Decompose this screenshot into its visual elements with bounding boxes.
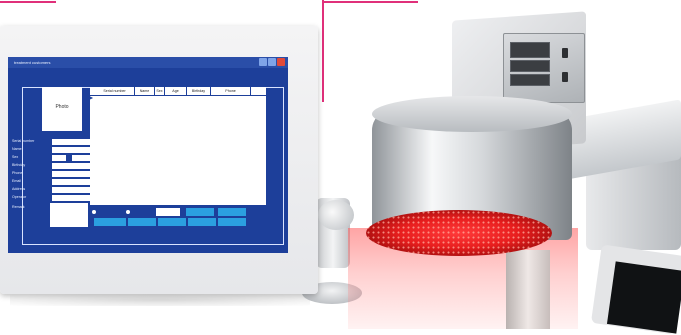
field-input[interactable] (52, 187, 92, 193)
column-header[interactable]: Sex (155, 87, 165, 95)
field-input[interactable] (52, 139, 92, 145)
column-header[interactable]: Name (135, 87, 155, 95)
radio-option[interactable] (92, 210, 96, 214)
maximize-icon[interactable] (268, 58, 276, 66)
field-label: Address (12, 187, 26, 191)
field-input[interactable] (52, 147, 92, 153)
device-pole (506, 250, 550, 329)
action-button[interactable] (94, 218, 126, 226)
led-dots (366, 210, 552, 256)
column-header[interactable]: Phone (211, 87, 251, 95)
control-knob[interactable] (562, 48, 568, 58)
field-label: Birthday (12, 163, 26, 167)
window-controls (259, 58, 285, 66)
photo-box[interactable]: Photo (42, 87, 82, 131)
action-button[interactable] (158, 218, 186, 226)
field-label: Sex (12, 155, 19, 159)
light-dome-top (372, 96, 572, 132)
control-knob[interactable] (562, 72, 568, 82)
field-input[interactable] (52, 163, 92, 169)
action-button[interactable] (188, 218, 216, 226)
monitor-shadow (10, 294, 310, 306)
accent-line-right (322, 1, 418, 3)
field-input[interactable] (52, 179, 92, 185)
field-label: Operator (12, 195, 27, 199)
action-button[interactable] (218, 218, 246, 226)
accent-line-right-vertical (322, 0, 324, 102)
action-button[interactable] (156, 208, 180, 216)
tablet-screen (606, 261, 681, 334)
field-label: Serial number (12, 139, 35, 143)
software-window: treatment customers Photo Serial number … (8, 57, 288, 253)
radio-option[interactable] (126, 210, 130, 214)
column-header[interactable]: Serial number (95, 87, 135, 95)
action-button[interactable] (186, 208, 214, 216)
sex-select[interactable] (52, 155, 66, 161)
close-icon[interactable] (277, 58, 285, 66)
accent-line-left (0, 1, 56, 3)
column-header[interactable]: Birthday (187, 87, 211, 95)
customer-table: Serial number Name Sex Age Birthday Phon… (90, 87, 266, 205)
window-title: treatment customers (14, 60, 51, 65)
field-label: Name (12, 147, 22, 151)
action-button[interactable] (128, 218, 156, 226)
device-lens (318, 200, 354, 230)
window-titlebar: treatment customers (8, 57, 288, 68)
row-marker: ▶ (90, 95, 94, 100)
field-label: Phone (12, 171, 23, 175)
remark-box[interactable] (50, 203, 88, 227)
control-display (510, 60, 550, 72)
sex-select-alt[interactable] (72, 155, 92, 161)
action-button[interactable] (218, 208, 246, 216)
column-header[interactable]: Age (165, 87, 187, 95)
control-display (510, 74, 550, 86)
photo-label: Photo (55, 104, 69, 110)
control-panel (503, 33, 585, 103)
field-input[interactable] (52, 171, 92, 177)
control-display (510, 42, 550, 58)
field-label: Remark (12, 205, 25, 209)
table-header: Serial number Name Sex Age Birthday Phon… (90, 87, 266, 96)
field-input[interactable] (52, 195, 92, 201)
minimize-icon[interactable] (259, 58, 267, 66)
field-label: Email (12, 179, 21, 183)
